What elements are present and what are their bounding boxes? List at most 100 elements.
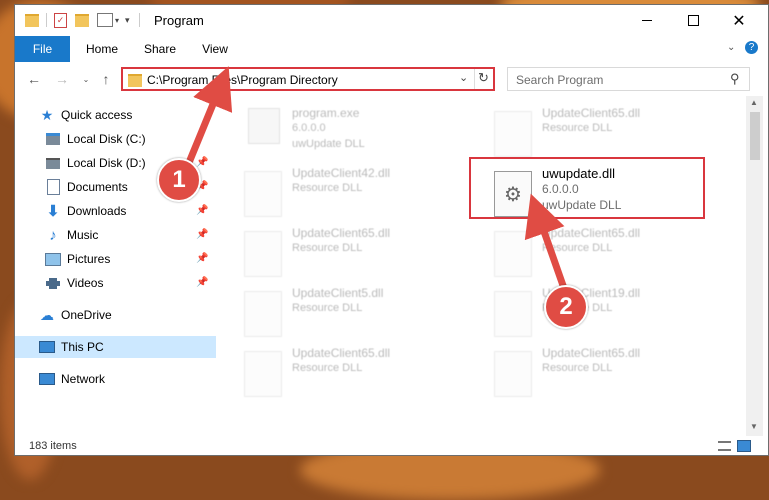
close-button[interactable]: ✕ xyxy=(716,5,762,36)
expand-ribbon-icon[interactable]: ⌄ xyxy=(727,42,735,53)
sidebar-item-onedrive[interactable]: ☁ OneDrive xyxy=(15,304,232,326)
close-icon: ✕ xyxy=(732,12,746,30)
file-description: uwUpdate DLL xyxy=(292,138,365,150)
arrow-up-icon: ↑ xyxy=(102,71,110,87)
dll-file-icon xyxy=(244,231,282,277)
sidebar-item-quick-access[interactable]: ★ Quick access xyxy=(15,104,232,126)
title-bar: ✓ ▾ ▾ Program ✕ xyxy=(15,5,768,36)
file-item[interactable]: UpdateClient65.dll Resource DLL xyxy=(474,222,714,280)
videos-icon xyxy=(45,275,61,291)
quick-access-toolbar: ✓ ▾ ▾ xyxy=(25,12,140,28)
sidebar-item-local-disk-d[interactable]: Local Disk (D:) 📌 xyxy=(15,152,238,174)
sidebar-item-label: This PC xyxy=(61,340,104,354)
dll-file-icon xyxy=(244,171,282,217)
star-icon: ★ xyxy=(40,106,54,123)
file-name: UpdateClient5.dll xyxy=(292,286,384,300)
item-count: 183 items xyxy=(29,440,77,452)
drive-icon xyxy=(45,131,61,147)
file-item[interactable]: UpdateClient65.dll Resource DLL xyxy=(474,102,714,160)
up-button[interactable]: ↑ xyxy=(97,71,115,87)
navigation-pane: ★ Quick access Local Disk (C:) Local Dis… xyxy=(15,96,232,436)
recent-locations-button[interactable]: ⌄ xyxy=(77,71,95,87)
arrow-left-icon: ← xyxy=(27,71,41,87)
tab-file[interactable]: File xyxy=(15,36,70,62)
status-bar: 183 items xyxy=(15,436,768,455)
refresh-icon[interactable]: ↻ xyxy=(478,70,489,86)
sidebar-item-downloads[interactable]: ⬇ Downloads 📌 xyxy=(15,200,238,222)
tab-share[interactable]: Share xyxy=(135,36,185,62)
separator xyxy=(46,13,47,27)
dll-file-icon xyxy=(494,231,532,277)
file-name: UpdateClient42.dll xyxy=(292,166,391,180)
file-item[interactable]: UpdateClient65.dll Resource DLL xyxy=(474,342,714,400)
sidebar-item-local-disk-c[interactable]: Local Disk (C:) xyxy=(15,128,238,150)
new-folder-icon[interactable] xyxy=(75,13,89,27)
back-button[interactable]: ← xyxy=(25,71,43,87)
network-icon xyxy=(39,371,55,387)
vertical-scrollbar[interactable]: ▲ ▼ xyxy=(746,96,763,436)
dll-file-icon xyxy=(244,291,282,337)
scrollbar-thumb[interactable] xyxy=(750,112,760,160)
sidebar-item-label: Videos xyxy=(67,276,104,290)
scroll-up-icon[interactable]: ▲ xyxy=(750,98,758,107)
details-view-icon[interactable] xyxy=(718,441,731,451)
sidebar-item-videos[interactable]: Videos 📌 xyxy=(15,272,238,294)
tab-home[interactable]: Home xyxy=(77,36,127,62)
drive-icon xyxy=(45,155,61,171)
pin-icon[interactable]: 📌 xyxy=(196,157,208,168)
file-description: Resource DLL xyxy=(292,182,363,194)
file-name: UpdateClient65.dll xyxy=(542,226,641,240)
sidebar-item-label: Pictures xyxy=(67,252,111,266)
sidebar-item-documents[interactable]: Documents 📌 xyxy=(15,176,238,198)
chevron-down-icon[interactable]: ⌄ xyxy=(459,71,468,84)
sidebar-item-label: Documents xyxy=(67,180,128,194)
pin-icon[interactable]: 📌 xyxy=(196,277,208,288)
file-item[interactable]: UpdateClient65.dll Resource DLL xyxy=(224,222,464,280)
exe-file-icon xyxy=(248,108,280,144)
customize-toolbar-icon[interactable]: ▾ xyxy=(125,15,130,26)
file-description: Resource DLL xyxy=(542,122,613,134)
sidebar-item-network[interactable]: Network xyxy=(15,368,232,390)
forward-button[interactable]: → xyxy=(53,71,71,87)
address-bar[interactable]: C:\Program Files\Program Directory ⌄ ↻ xyxy=(121,67,495,91)
sidebar-item-label: Quick access xyxy=(61,108,133,122)
dll-file-icon xyxy=(494,291,532,337)
file-item[interactable]: UpdateClient65.dll Resource DLL xyxy=(224,342,464,400)
dropdown-icon[interactable]: ▾ xyxy=(115,16,119,25)
cloud-icon: ☁ xyxy=(40,306,54,323)
pictures-icon xyxy=(45,251,61,267)
sidebar-item-label: Local Disk (D:) xyxy=(67,156,146,170)
sidebar-item-this-pc[interactable]: This PC xyxy=(15,336,232,358)
tab-view[interactable]: View xyxy=(193,36,237,62)
sidebar-item-pictures[interactable]: Pictures 📌 xyxy=(15,248,238,270)
scroll-down-icon[interactable]: ▼ xyxy=(750,422,758,431)
file-item[interactable]: UpdateClient5.dll Resource DLL xyxy=(224,282,464,340)
properties-icon[interactable]: ✓ xyxy=(54,12,67,28)
sidebar-item-music[interactable]: ♪ Music 📌 xyxy=(15,224,238,246)
pin-icon[interactable]: 📌 xyxy=(196,205,208,216)
file-description: Resource DLL xyxy=(292,242,363,254)
sidebar-item-label: OneDrive xyxy=(61,308,112,322)
pin-icon[interactable]: 📌 xyxy=(196,253,208,264)
file-description: Resource DLL xyxy=(292,302,363,314)
maximize-button[interactable] xyxy=(670,5,716,36)
arrow-right-icon: → xyxy=(55,71,69,87)
step-badge-1: 1 xyxy=(157,158,201,202)
step-badge-2: 2 xyxy=(544,285,588,329)
pin-icon[interactable]: 📌 xyxy=(196,229,208,240)
separator xyxy=(138,13,140,27)
help-icon[interactable]: ? xyxy=(745,41,758,54)
file-description: Resource DLL xyxy=(542,242,613,254)
folder-icon xyxy=(128,74,142,87)
search-box[interactable]: Search Program ⚲ xyxy=(507,67,750,91)
file-item[interactable]: UpdateClient19.dll Resource DLL xyxy=(474,282,714,340)
customize-icon[interactable] xyxy=(97,13,113,27)
file-name: UpdateClient65.dll xyxy=(292,226,391,240)
large-icons-view-icon[interactable] xyxy=(737,440,751,452)
separator xyxy=(474,69,475,89)
minimize-button[interactable] xyxy=(624,5,670,36)
file-item[interactable]: UpdateClient42.dll Resource DLL xyxy=(224,162,464,220)
highlight-box xyxy=(469,157,705,219)
file-item[interactable]: program.exe 6.0.0.0 uwUpdate DLL xyxy=(224,102,464,160)
documents-icon xyxy=(45,179,61,195)
